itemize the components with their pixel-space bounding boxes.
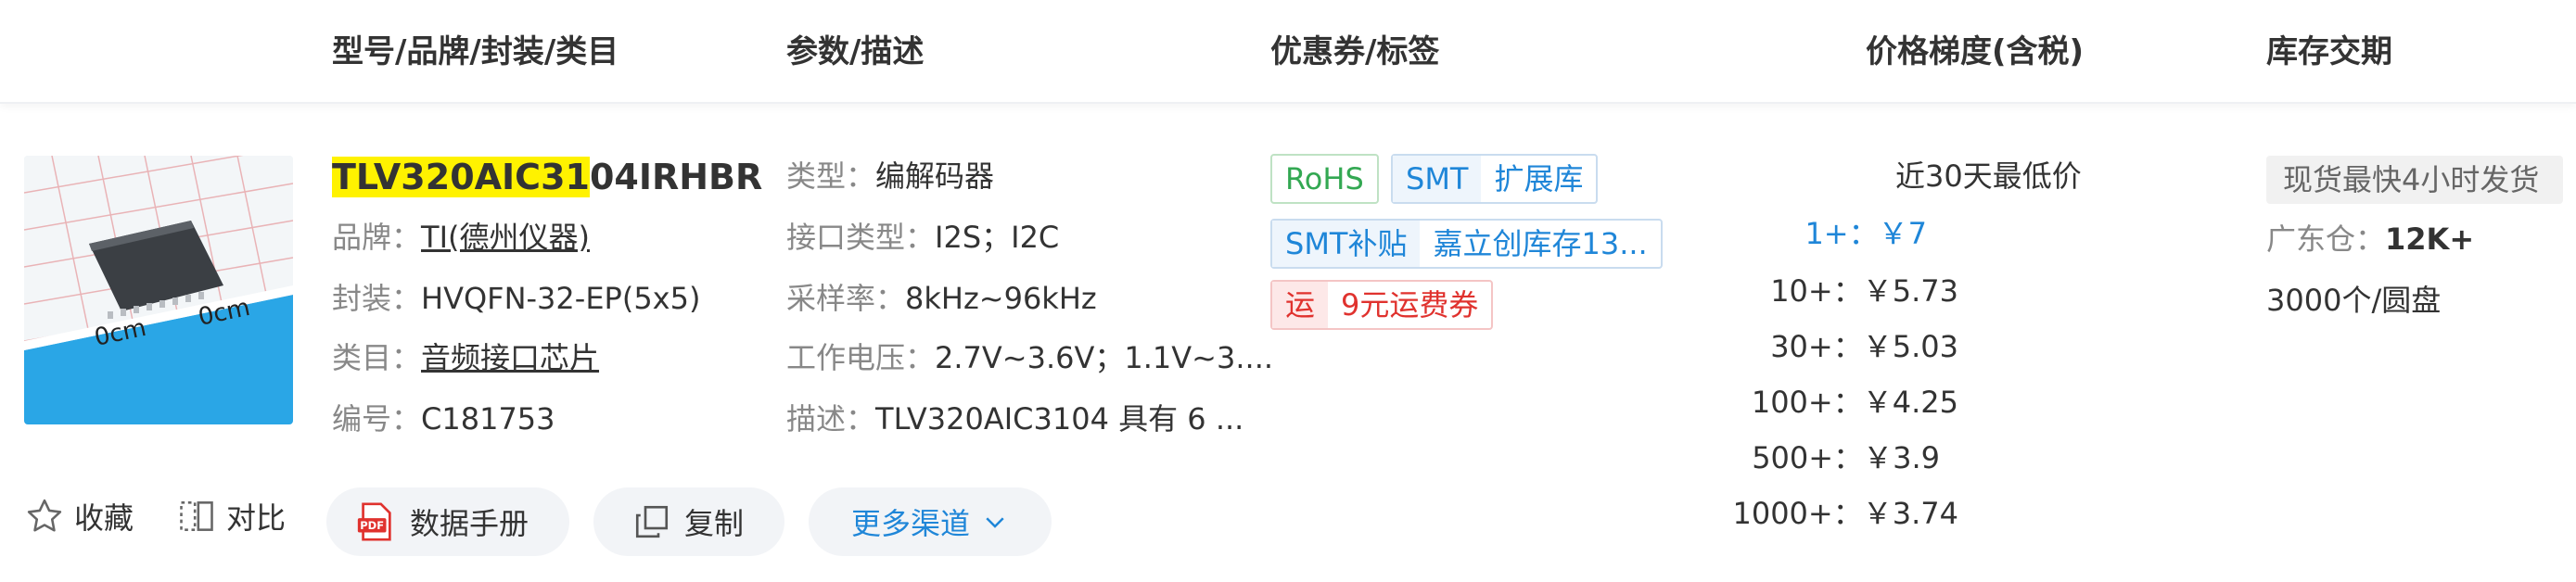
price-value: ￥7	[1878, 216, 1927, 251]
copy-icon	[632, 502, 671, 541]
param-desc-label: 描述：	[786, 401, 876, 436]
warehouse-row: 广东仓：12K+	[2266, 221, 2474, 258]
price-tier-1000: 1000+：￥3.74	[1732, 495, 1958, 532]
price-value: ￥5.73	[1862, 273, 1958, 309]
package-value: HVQFN-32-EP(5x5)	[421, 281, 701, 316]
favorite-button[interactable]: 收藏	[24, 495, 134, 538]
param-sample-value: 8kHz~96kHz	[905, 281, 1097, 316]
freight-coupon-tag[interactable]: 运 9元运费券	[1270, 280, 1494, 330]
price-value: ￥3.74	[1862, 496, 1958, 531]
more-channels-button[interactable]: 更多渠道	[809, 487, 1052, 556]
param-interface-label: 接口类型：	[786, 220, 936, 255]
price-qty: 500+：	[1752, 440, 1864, 475]
pdf-icon: PDF	[354, 500, 397, 543]
part-number[interactable]: TLV320AIC3104IRHBR	[332, 156, 762, 198]
smt-extended-tag[interactable]: SMT 扩展库	[1391, 154, 1599, 204]
freight-icon: 运	[1272, 282, 1329, 328]
brand-label: 品牌：	[332, 220, 422, 255]
part-number-rest: 04IRHBR	[589, 157, 763, 197]
param-sample-label: 采样率：	[786, 281, 906, 316]
smt-subsidy-text: 嘉立创库存13...	[1433, 226, 1648, 261]
svg-text:PDF: PDF	[360, 519, 384, 532]
header-stock: 库存交期	[2266, 33, 2392, 70]
smt-subsidy-label: SMT补贴	[1272, 221, 1421, 267]
category-link[interactable]: 音频接口芯片	[421, 340, 599, 375]
product-image[interactable]: 0cm 0cm	[24, 156, 293, 424]
warehouse-label: 广东仓：	[2266, 221, 2386, 257]
part-number-highlight: TLV320AIC31	[332, 157, 590, 197]
copy-label: 复制	[684, 506, 745, 541]
param-voltage-label: 工作电压：	[786, 340, 936, 375]
freight-coupon-text: 9元运费券	[1341, 287, 1479, 323]
param-type-value: 编解码器	[875, 158, 995, 194]
stock-fast-ship-badge: 现货最快4小时发货	[2266, 156, 2563, 204]
header-model: 型号/品牌/封装/类目	[332, 33, 619, 70]
code-label: 编号：	[332, 401, 422, 436]
price-value: ￥3.9	[1863, 440, 1940, 475]
chevron-down-icon	[981, 508, 1009, 536]
price-value: ￥4.25	[1862, 385, 1958, 420]
smt-ext-label: 扩展库	[1494, 161, 1584, 196]
copy-button[interactable]: 复制	[593, 487, 784, 556]
price-tier-100: 100+：￥4.25	[1752, 384, 1958, 421]
smt-subsidy-tag[interactable]: SMT补贴 嘉立创库存13...	[1270, 219, 1663, 269]
param-type-label: 类型：	[786, 158, 876, 194]
price-tier-30: 30+：￥5.03	[1770, 328, 1958, 365]
packaging-info: 3000个/圆盘	[2266, 283, 2442, 318]
smt-tag-label: SMT	[1393, 156, 1482, 202]
param-description: 描述：TLV320AIC3104 具有 6 ...	[786, 400, 1243, 437]
code-row: 编号：C181753	[332, 400, 555, 437]
rohs-tag: RoHS	[1270, 154, 1379, 204]
rohs-tag-label: RoHS	[1285, 161, 1364, 196]
header-params: 参数/描述	[786, 33, 925, 70]
category-label: 类目：	[332, 340, 422, 375]
datasheet-button[interactable]: PDF 数据手册	[326, 487, 569, 556]
param-sample-rate: 采样率：8kHz~96kHz	[786, 280, 1097, 317]
datasheet-label: 数据手册	[410, 506, 529, 541]
more-channels-label: 更多渠道	[851, 506, 971, 541]
package-label: 封装：	[332, 281, 422, 316]
param-type: 类型：编解码器	[786, 158, 994, 195]
brand-link[interactable]: TI(德州仪器)	[421, 220, 590, 255]
brand-row: 品牌：TI(德州仪器)	[332, 219, 590, 256]
compare-label: 对比	[226, 500, 287, 536]
price-qty: 30+：	[1770, 329, 1863, 364]
price-qty: 100+：	[1751, 385, 1863, 420]
price-title: 近30天最低价	[1895, 158, 2082, 194]
price-value: ￥5.03	[1862, 329, 1958, 364]
category-row: 类目：音频接口芯片	[332, 339, 599, 376]
price-tier-10: 10+：￥5.73	[1770, 272, 1958, 310]
param-interface: 接口类型：I2S；I2C	[786, 219, 1059, 256]
header-coupon: 优惠券/标签	[1270, 33, 1440, 70]
param-voltage: 工作电压：2.7V~3.6V；1.1V~3....	[786, 339, 1273, 376]
package-row: 封装：HVQFN-32-EP(5x5)	[332, 280, 700, 317]
param-voltage-value: 2.7V~3.6V；1.1V~3....	[935, 340, 1274, 375]
code-value: C181753	[421, 401, 555, 436]
price-qty: 1000+：	[1732, 496, 1863, 531]
price-tier-1: 1+：￥7	[1804, 215, 1927, 252]
compare-icon	[176, 496, 217, 537]
price-tier-500: 500+：￥3.9	[1752, 439, 1940, 476]
warehouse-value: 12K+	[2385, 221, 2475, 257]
compare-button[interactable]: 对比	[176, 495, 286, 538]
favorite-label: 收藏	[74, 500, 134, 536]
header-price: 价格梯度(含税)	[1866, 33, 2085, 70]
star-icon	[24, 496, 65, 537]
param-interface-value: I2S；I2C	[935, 220, 1060, 255]
price-qty: 1+：	[1804, 216, 1879, 251]
table-header: 型号/品牌/封装/类目 参数/描述 优惠券/标签 价格梯度(含税) 库存交期	[0, 0, 2576, 104]
price-qty: 10+：	[1770, 273, 1863, 309]
param-desc-value: TLV320AIC3104 具有 6 ...	[875, 401, 1244, 436]
